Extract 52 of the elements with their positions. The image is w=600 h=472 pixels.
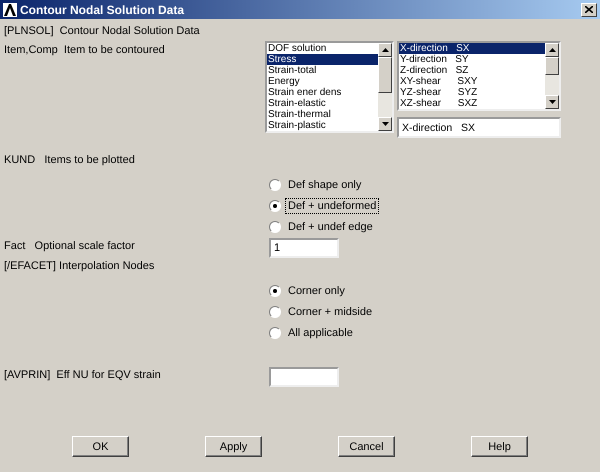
selection-field[interactable]: X-direction SX [397,117,561,138]
dialog-button[interactable]: Cancel [338,436,395,457]
radio-label[interactable]: Def shape only [285,176,364,192]
radio-label[interactable]: Corner only [285,282,348,298]
radio-button[interactable] [269,284,281,296]
radio-label[interactable]: Corner + midside [285,304,376,320]
list-item[interactable]: XY-shear SXY [399,76,545,87]
list-item[interactable]: Energy [267,76,378,87]
list-item[interactable]: Strain-elastic [267,98,378,109]
radio-button[interactable] [269,326,281,338]
list-item[interactable]: Strain-thermal [267,109,378,120]
logo-icon [3,2,17,16]
nu-field[interactable] [269,367,339,387]
field-label: [AVPRIN] Eff NU for EQV strain [3,368,162,381]
list-item[interactable]: Stress [267,54,378,65]
scale-factor-field[interactable]: 1 [269,238,339,258]
scroll-down-icon[interactable] [545,95,559,109]
scrollbar[interactable] [545,43,559,109]
radio-button[interactable] [269,200,281,212]
scroll-thumb[interactable] [545,57,559,75]
scroll-down-icon[interactable] [378,117,392,131]
radio-button[interactable] [269,306,281,318]
item-list[interactable]: DOF solution Stress Strain-total Energy Strain ener dens Strain-elastic Strain-thermal Strain-plastic [265,41,394,133]
scroll-thumb[interactable] [378,57,392,93]
list-item[interactable]: Y-direction SY [399,54,545,65]
list-item[interactable]: Strain ener dens [267,87,378,98]
close-icon[interactable] [581,2,597,16]
field-label: [/EFACET] Interpolation Nodes [3,260,154,272]
field-label: KUND Items to be plotted [3,154,135,166]
field-label: Item,Comp Item to be contoured [3,43,166,56]
component-list[interactable]: X-direction SX Y-direction SY Z-direction SZ XY-shear SXY YZ-shear SYZ XZ-shear SXZ [397,41,561,111]
scroll-up-icon[interactable] [545,43,559,57]
dialog-button[interactable]: OK [72,436,129,457]
list-item[interactable]: Z-direction SZ [399,65,545,76]
dialog-heading: [PLNSOL] Contour Nodal Solution Data [3,24,200,36]
list-item[interactable]: X-direction SX [399,43,545,54]
scroll-up-icon[interactable] [378,43,392,57]
list-item[interactable]: XZ-shear SXZ [399,98,545,109]
scrollbar[interactable] [378,43,392,131]
radio-label[interactable]: Def + undef edge [285,218,376,234]
radio-label[interactable]: All applicable [285,324,356,340]
radio-button[interactable] [269,178,281,190]
dialog-button[interactable]: Apply [205,436,262,457]
window-title: Contour Nodal Solution Data [20,2,186,16]
radio-label[interactable]: Def + undeformed [285,198,380,214]
radio-button[interactable] [269,220,281,232]
list-item[interactable]: YZ-shear SYZ [399,87,545,98]
dialog-button[interactable]: Help [471,436,528,457]
list-item[interactable]: Strain-total [267,65,378,76]
list-item[interactable]: DOF solution [267,43,378,54]
list-item[interactable]: Strain-plastic [267,120,378,131]
field-label: Fact Optional scale factor [3,239,136,252]
